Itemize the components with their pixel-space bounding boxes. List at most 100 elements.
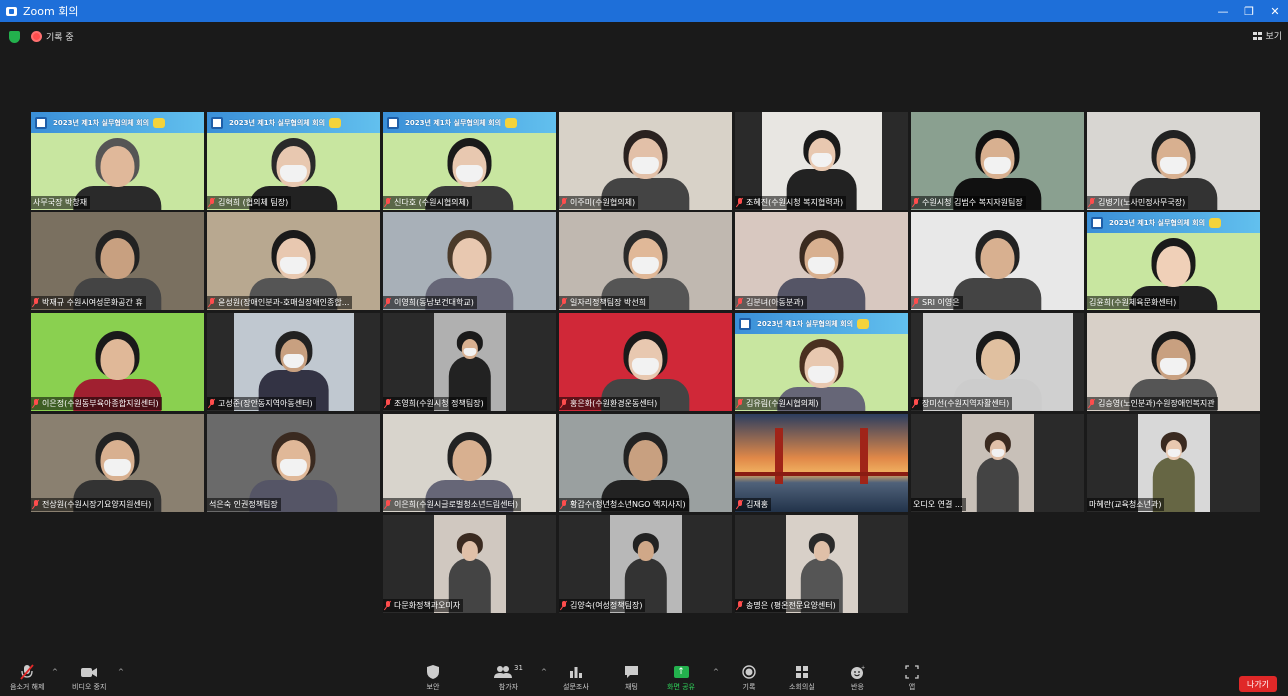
share-options-chevron-icon[interactable]: ^ (713, 668, 719, 676)
participant-video-tile[interactable]: 황갑수(청년청소년NGO 액지사지) (559, 414, 732, 512)
muted-microphone-icon (737, 399, 743, 408)
participant-name-label: 고성준(장안동지역아동센터) (207, 397, 316, 410)
apps-button[interactable]: 앱 (905, 664, 919, 692)
record-label: 기록 (742, 683, 756, 691)
breakout-rooms-button[interactable]: 소회의실 (789, 664, 815, 692)
participant-video-tile[interactable]: 2023년 제1차 실무협의체 회의 김유림(수원시협의체) (735, 313, 908, 411)
leave-button[interactable]: 나가기 (1239, 676, 1277, 692)
hands-icon (857, 318, 870, 329)
muted-microphone-icon (209, 198, 215, 207)
participant-name-label: 이주미(수원협의체) (559, 196, 639, 209)
security-button[interactable]: 보안 (426, 664, 440, 692)
participant-name: 수원시청 김범수 복지자원팀장 (922, 198, 1023, 207)
participant-video-tile[interactable]: 마혜란(교육청소년과) (1087, 414, 1260, 512)
security-shield-icon[interactable] (9, 31, 20, 43)
participant-video-tile[interactable]: 2023년 제1차 실무협의체 회의 김윤희(수원체육문화센터) (1087, 212, 1260, 310)
polls-button[interactable]: 설문조사 (563, 664, 589, 692)
participant-video-tile[interactable]: 이주미(수원협의체) (559, 112, 732, 210)
participant-video-tile[interactable]: 박재규 수원시여성문화공간 휴 (31, 212, 204, 310)
participant-video-tile[interactable]: 김병기(노사민정사무국장) (1087, 112, 1260, 210)
participant-name: 김분녀(아동분과) (746, 298, 804, 307)
participant-video-tile[interactable]: 이은희(수원시글로벌청소년드림센터) (383, 414, 556, 512)
participant-name-label: 윤성원(장애인분과-호매실장애인종합... (207, 296, 353, 309)
banner-text: 2023년 제1차 실무협의체 회의 (405, 118, 502, 127)
participant-name: 신다호 (수원시협의체) (394, 198, 470, 207)
participant-name-label: 전상원(수원시장기요양지원센터) (31, 498, 155, 511)
participant-video-tile[interactable]: SRI 이영은 (911, 212, 1084, 310)
minimize-button[interactable]: — (1210, 0, 1236, 22)
participant-name: 김재홍 (746, 500, 769, 509)
participant-video-tile[interactable]: 석은숙 인권정책팀장 (207, 414, 380, 512)
participant-video-tile[interactable]: 김양숙(여성정책팀장) (559, 515, 732, 613)
participant-name: 김양숙(여성정책팀장) (570, 601, 643, 610)
unmute-button[interactable]: 음소거 해제 (10, 664, 44, 692)
participant-name: 김병기(노사민정사무국장) (1098, 198, 1186, 207)
view-label: 보기 (1265, 32, 1282, 42)
video-gallery: 2023년 제1차 실무협의체 회의 사무국장 박창재 2023년 제1차 실무협의… (31, 112, 1260, 613)
participants-icon: 31 (494, 664, 523, 680)
org-logo-icon (1091, 216, 1103, 229)
org-logo-icon (211, 116, 223, 129)
participants-button[interactable]: 31 참가자 (494, 664, 523, 692)
participant-video-tile[interactable]: 장미선(수원지역자활센터) (911, 313, 1084, 411)
participant-video-tile[interactable]: 조혜진(수원시청 복지협력과) (735, 112, 908, 210)
muted-microphone-icon (33, 399, 39, 408)
org-logo-icon (35, 116, 47, 129)
participant-video-tile[interactable]: 일자리정책팀장 박선희 (559, 212, 732, 310)
participant-video-tile[interactable]: 송명은 (평온전문요양센터) (735, 515, 908, 613)
participant-video-tile[interactable]: 수원시청 김범수 복지자원팀장 (911, 112, 1084, 210)
participant-name-label: 조혜진(수원시청 복지협력과) (735, 196, 847, 209)
muted-microphone-icon (913, 298, 919, 307)
participant-video-tile[interactable]: 2023년 제1차 실무협의체 회의 김혁희 (협의체 팀장) (207, 112, 380, 210)
participant-video-tile[interactable]: 김재홍 (735, 414, 908, 512)
video-options-chevron-icon[interactable]: ^ (118, 668, 124, 676)
smiley-icon: + (850, 664, 865, 680)
hands-icon (1209, 217, 1222, 228)
participant-video-tile[interactable]: 이영희(동남보건대학교) (383, 212, 556, 310)
participant-name-label: 김병기(노사민정사무국장) (1087, 196, 1189, 209)
participant-name-label: 신다호 (수원시협의체) (383, 196, 473, 209)
meeting-banner: 2023년 제1차 실무협의체 회의 (735, 313, 908, 334)
participants-options-chevron-icon[interactable]: ^ (541, 668, 547, 676)
participant-name-label: 김재홍 (735, 498, 772, 511)
audio-options-chevron-icon[interactable]: ^ (52, 668, 58, 676)
participant-name: 석은숙 인권정책팀장 (209, 500, 278, 509)
muted-microphone-icon (385, 500, 391, 509)
stop-video-button[interactable]: 비디오 중지 (72, 664, 106, 692)
participant-video (961, 414, 1034, 512)
participant-video-tile[interactable]: 조영희(수원시청 정책팀장) (383, 313, 556, 411)
participant-name: 조영희(수원시청 정책팀장) (394, 399, 484, 408)
poll-chart-icon (569, 664, 583, 680)
record-button[interactable]: 기록 (742, 664, 756, 692)
participant-video-tile[interactable]: 김분녀(아동분과) (735, 212, 908, 310)
svg-text:+: + (861, 665, 865, 671)
participant-video-tile[interactable]: 다문화정책과오미자 (383, 515, 556, 613)
hands-icon (505, 117, 518, 128)
participant-video-tile[interactable]: 김승영(노인분과)수원장애인복지관 (1087, 313, 1260, 411)
chat-button[interactable]: 채팅 (624, 664, 639, 692)
meeting-banner: 2023년 제1차 실무협의체 회의 (383, 112, 556, 133)
participant-name: 이주미(수원협의체) (570, 198, 636, 207)
participant-video-tile[interactable]: 이은정(수원동부육아종합지원센터) (31, 313, 204, 411)
participant-name-label: 석은숙 인권정책팀장 (207, 498, 281, 511)
participant-name-label: 김혁희 (협의체 팀장) (207, 196, 292, 209)
banner-text: 2023년 제1차 실무협의체 회의 (1109, 218, 1206, 227)
share-screen-button[interactable]: ↑ 화면 공유 (667, 664, 695, 692)
reactions-button[interactable]: + 반응 (850, 664, 865, 692)
participant-video-tile[interactable]: 홍은화(수원환경운동센터) (559, 313, 732, 411)
participant-name: 박재규 수원시여성문화공간 휴 (42, 298, 143, 307)
recording-icon[interactable] (31, 31, 42, 42)
muted-microphone-icon (209, 399, 215, 408)
participant-video-tile[interactable]: 2023년 제1차 실무협의체 회의신다호 (수원시협의체) (383, 112, 556, 210)
participant-video-tile[interactable]: 오디오 연결 ... (911, 414, 1084, 512)
close-button[interactable]: ✕ (1262, 0, 1288, 22)
participant-video-tile[interactable]: 2023년 제1차 실무협의체 회의 사무국장 박창재 (31, 112, 204, 210)
participant-video-tile[interactable]: 전상원(수원시장기요양지원센터) (31, 414, 204, 512)
restore-button[interactable]: ❐ (1236, 0, 1262, 22)
participant-name: 장미선(수원지역자활센터) (922, 399, 1010, 408)
apps-label: 앱 (908, 683, 916, 691)
participant-video-tile[interactable]: 윤성원(장애인분과-호매실장애인종합... (207, 212, 380, 310)
participant-video-tile[interactable]: 고성준(장안동지역아동센터) (207, 313, 380, 411)
window-title: Zoom 회의 (23, 5, 79, 18)
view-button[interactable]: 보기 (1253, 29, 1282, 42)
